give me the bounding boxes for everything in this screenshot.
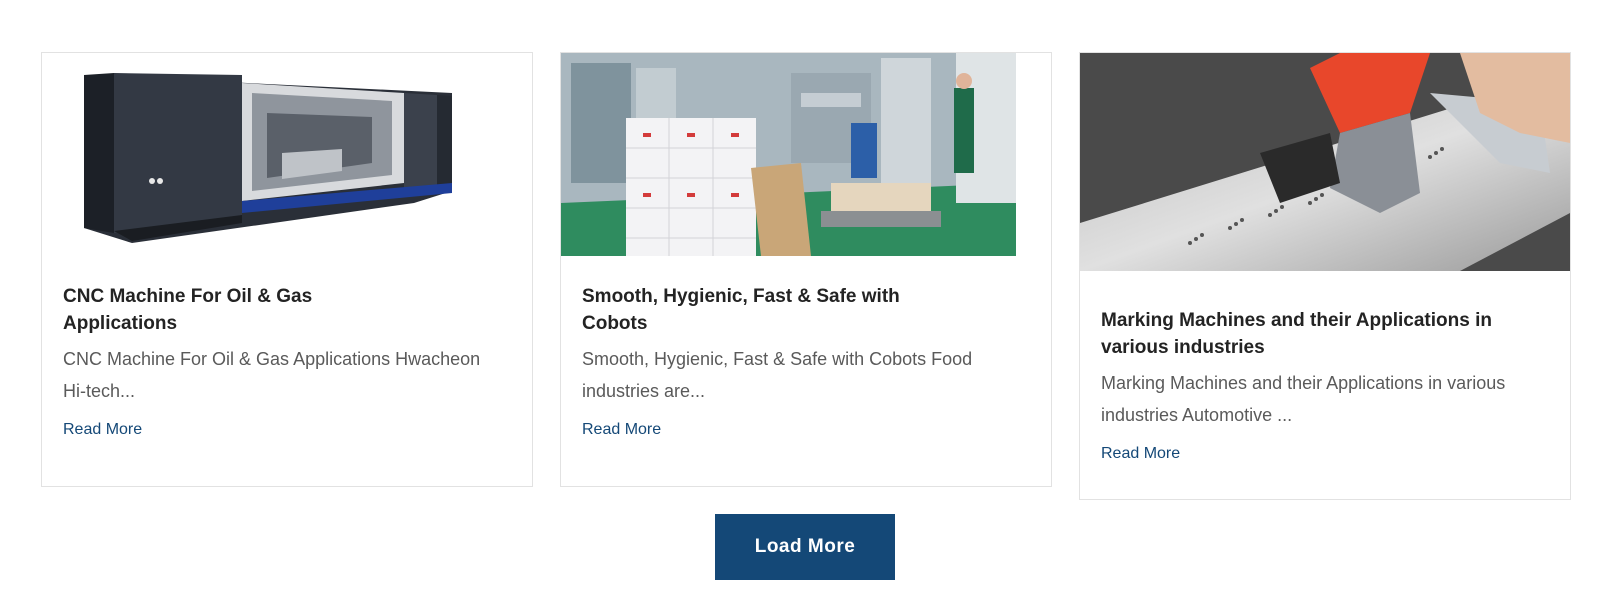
post-card-body: CNC Machine For Oil & Gas Applications C… (42, 271, 532, 439)
post-card-body: Marking Machines and their Applications … (1080, 271, 1570, 463)
factory-cobots-image[interactable] (561, 53, 1051, 271)
post-excerpt-line: Hi-tech... (63, 381, 136, 401)
read-more-link[interactable]: Read More (582, 421, 661, 439)
post-title-line: Smooth, Hygienic, Fast & Safe with (582, 286, 900, 307)
read-more-link[interactable]: Read More (1101, 445, 1180, 463)
load-more-button[interactable]: Load More (715, 514, 895, 580)
post-excerpt-line: Marking Machines and their Applications … (1101, 373, 1506, 393)
post-title[interactable]: Smooth, Hygienic, Fast & Safe with Cobot… (582, 283, 1030, 337)
post-excerpt: CNC Machine For Oil & Gas Applications H… (63, 343, 511, 407)
cnc-machine-image[interactable] (42, 53, 532, 271)
post-title-line: Marking Machines and their Applications … (1101, 310, 1492, 331)
post-title-line: Cobots (582, 313, 648, 334)
post-card: Marking Machines and their Applications … (1079, 52, 1571, 500)
post-excerpt: Marking Machines and their Applications … (1101, 367, 1549, 431)
post-excerpt-line: industries are... (582, 381, 706, 401)
post-title-line: Applications (63, 313, 178, 334)
post-title[interactable]: Marking Machines and their Applications … (1101, 307, 1549, 361)
post-excerpt-line: CNC Machine For Oil & Gas Applications H… (63, 349, 481, 369)
read-more-link[interactable]: Read More (63, 421, 142, 439)
post-excerpt-line: Smooth, Hygienic, Fast & Safe with Cobot… (582, 349, 973, 369)
post-title[interactable]: CNC Machine For Oil & Gas Applications (63, 283, 511, 337)
post-card: CNC Machine For Oil & Gas Applications C… (41, 52, 533, 487)
post-card: Smooth, Hygienic, Fast & Safe with Cobot… (560, 52, 1052, 487)
post-excerpt-line: industries Automotive ... (1101, 405, 1293, 425)
marking-machine-image[interactable] (1080, 53, 1570, 271)
post-excerpt: Smooth, Hygienic, Fast & Safe with Cobot… (582, 343, 1030, 407)
post-title-line: various industries (1101, 337, 1265, 358)
post-title-line: CNC Machine For Oil & Gas (63, 286, 313, 307)
post-card-body: Smooth, Hygienic, Fast & Safe with Cobot… (561, 271, 1051, 439)
